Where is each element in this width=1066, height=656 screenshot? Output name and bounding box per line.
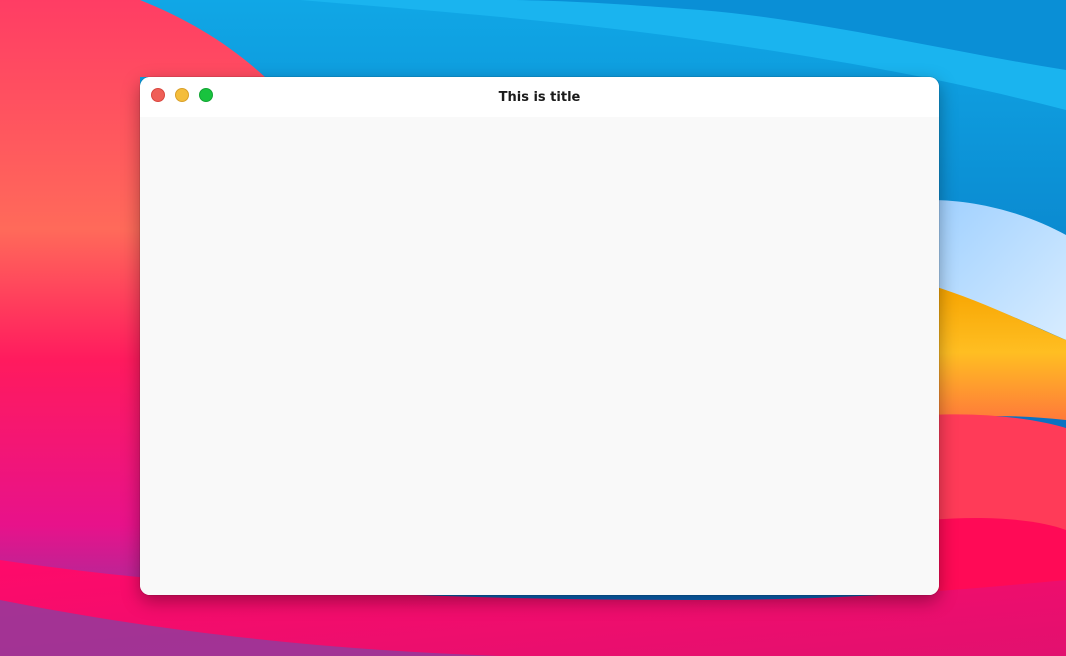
minimize-button[interactable] [175,88,189,102]
window-title: This is title [498,90,581,105]
app-window: This is title [140,77,939,595]
window-controls [151,88,213,102]
close-button[interactable] [151,88,165,102]
window-titlebar[interactable]: This is title [140,77,939,117]
zoom-button[interactable] [199,88,213,102]
window-content [140,117,939,595]
